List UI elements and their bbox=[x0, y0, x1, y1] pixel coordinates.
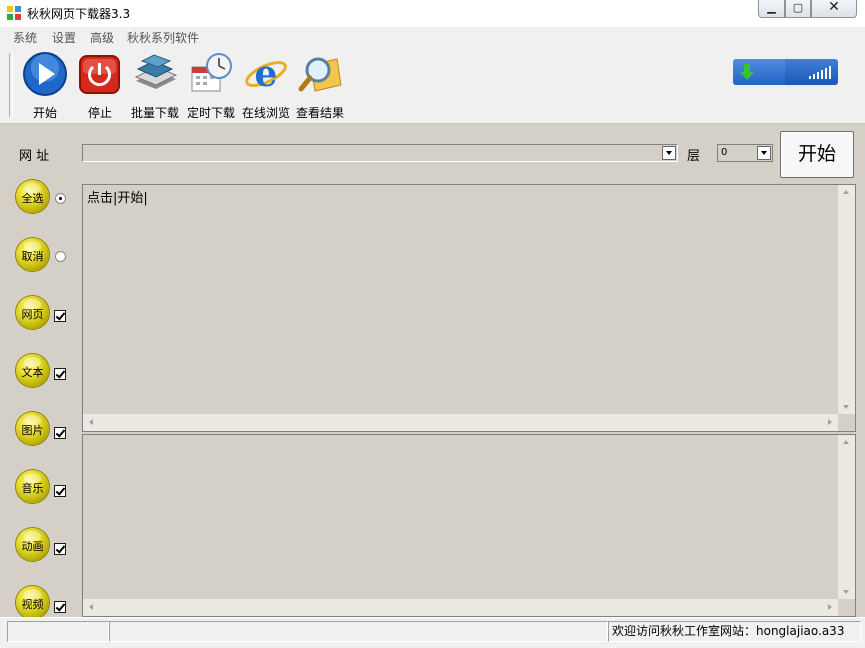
view-results-label: 查看结果 bbox=[295, 106, 344, 120]
music-checkbox[interactable] bbox=[54, 485, 66, 497]
start-button[interactable]: 开始 bbox=[780, 131, 854, 178]
scroll-left-icon[interactable] bbox=[89, 604, 93, 610]
scroll-left-icon[interactable] bbox=[89, 419, 93, 425]
menu-bar: 系统 设置 高级 秋秋系列软件 bbox=[0, 27, 865, 48]
depth-label: 层 bbox=[687, 149, 701, 164]
status-bar: 欢迎访问秋秋工作室网站：honglajiao.a33 bbox=[0, 617, 865, 648]
maximize-icon: ▢ bbox=[792, 1, 804, 14]
video-checkbox[interactable] bbox=[54, 601, 66, 613]
batch-download-button[interactable]: 批量下载 bbox=[129, 51, 181, 121]
url-label: 网 址 bbox=[19, 149, 50, 164]
internet-explorer-icon: e bbox=[245, 53, 287, 95]
image-checkbox[interactable] bbox=[54, 427, 66, 439]
image-button[interactable]: 图片 bbox=[16, 412, 49, 445]
log-vertical-scrollbar[interactable] bbox=[838, 185, 855, 414]
status-welcome-cell: 欢迎访问秋秋工作室网站：honglajiao.a33 bbox=[608, 621, 861, 642]
animation-checkbox[interactable] bbox=[54, 543, 66, 555]
view-results-button[interactable]: 查看结果 bbox=[294, 51, 346, 121]
webpage-checkbox[interactable] bbox=[54, 310, 66, 322]
timed-download-button[interactable]: 定时下载 bbox=[185, 51, 237, 121]
scroll-up-icon[interactable] bbox=[843, 190, 849, 194]
scroll-down-icon[interactable] bbox=[843, 405, 849, 409]
url-combobox[interactable] bbox=[82, 144, 678, 162]
depth-dropdown-arrow-icon[interactable] bbox=[757, 146, 771, 160]
file-list-textarea[interactable] bbox=[82, 434, 856, 617]
book-stack-icon bbox=[134, 54, 178, 89]
close-icon: ✕ bbox=[828, 0, 840, 15]
video-button[interactable]: 视频 bbox=[16, 586, 49, 619]
webpage-button[interactable]: 网页 bbox=[16, 296, 49, 329]
scroll-right-icon[interactable] bbox=[828, 604, 832, 610]
scroll-up-icon[interactable] bbox=[843, 440, 849, 444]
scroll-down-icon[interactable] bbox=[843, 590, 849, 594]
signal-strength-icon bbox=[809, 66, 831, 79]
depth-value: 0 bbox=[721, 147, 728, 158]
log-text: 点击|开始| bbox=[87, 191, 148, 206]
stop-tool-button[interactable]: 停止 bbox=[77, 51, 123, 121]
network-status-indicator bbox=[733, 59, 838, 85]
toolbar-grip[interactable] bbox=[9, 53, 13, 117]
menu-system[interactable]: 系统 bbox=[13, 29, 37, 46]
animation-button[interactable]: 动画 bbox=[16, 528, 49, 561]
text-checkbox[interactable] bbox=[54, 368, 66, 380]
scroll-right-icon[interactable] bbox=[828, 419, 832, 425]
select-all-radio[interactable] bbox=[55, 193, 66, 204]
title-bar: 秋秋网页下载器3.3 ▁ ▢ ✕ bbox=[0, 0, 865, 28]
text-button[interactable]: 文本 bbox=[16, 354, 49, 387]
cancel-radio[interactable] bbox=[55, 251, 66, 262]
music-button[interactable]: 音乐 bbox=[16, 470, 49, 503]
status-cell-1 bbox=[7, 621, 109, 642]
calendar-clock-icon bbox=[191, 53, 232, 92]
minimize-button[interactable]: ▁ bbox=[758, 0, 785, 18]
svg-text:e: e bbox=[255, 53, 278, 95]
files-vertical-scrollbar[interactable] bbox=[838, 435, 855, 599]
batch-download-label: 批量下载 bbox=[130, 106, 179, 120]
timed-download-label: 定时下载 bbox=[186, 106, 235, 120]
menu-series-software[interactable]: 秋秋系列软件 bbox=[127, 29, 199, 46]
status-cell-2 bbox=[109, 621, 608, 642]
log-textarea[interactable]: 点击|开始| bbox=[82, 184, 856, 432]
toolbar: 开始 停止 批量下载 定时下载 e 在线浏览 查看结果 bbox=[0, 47, 865, 124]
menu-settings[interactable]: 设置 bbox=[52, 29, 76, 46]
cancel-button[interactable]: 取消 bbox=[16, 238, 49, 271]
status-welcome-text: 欢迎访问秋秋工作室网站：honglajiao.a33 bbox=[612, 624, 845, 638]
play-icon bbox=[23, 52, 67, 96]
online-browse-button[interactable]: e 在线浏览 bbox=[240, 51, 292, 121]
url-dropdown-arrow-icon[interactable] bbox=[662, 146, 676, 160]
magnifier-folder-icon bbox=[298, 57, 342, 92]
minimize-icon: ▁ bbox=[767, 1, 776, 14]
start-tool-label: 开始 bbox=[32, 106, 57, 120]
menu-advanced[interactable]: 高级 bbox=[90, 29, 114, 46]
stop-tool-label: 停止 bbox=[87, 106, 112, 120]
online-browse-label: 在线浏览 bbox=[241, 106, 290, 120]
start-tool-button[interactable]: 开始 bbox=[21, 51, 69, 121]
app-icon bbox=[7, 6, 21, 20]
files-horizontal-scrollbar[interactable] bbox=[83, 599, 838, 616]
depth-combobox[interactable]: 0 bbox=[717, 144, 773, 162]
maximize-button[interactable]: ▢ bbox=[785, 0, 811, 18]
window-title: 秋秋网页下载器3.3 bbox=[27, 7, 131, 21]
download-arrow-icon bbox=[740, 64, 754, 80]
log-horizontal-scrollbar[interactable] bbox=[83, 414, 838, 431]
power-icon bbox=[79, 55, 120, 94]
close-button[interactable]: ✕ bbox=[811, 0, 857, 18]
select-all-button[interactable]: 全选 bbox=[16, 180, 49, 213]
